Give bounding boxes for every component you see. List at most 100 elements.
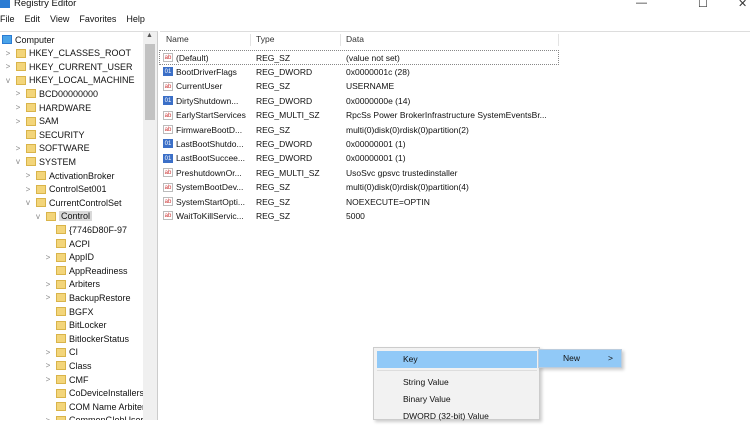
tree-scrollbar[interactable]: ▲: [143, 32, 157, 420]
chevron-down-icon[interactable]: v: [14, 157, 22, 166]
chevron-right-icon[interactable]: >: [44, 361, 52, 370]
chevron-down-icon[interactable]: v: [24, 198, 32, 207]
menu-view[interactable]: View: [50, 14, 69, 28]
column-header-name[interactable]: Name: [166, 34, 189, 48]
chevron-down-icon[interactable]: v: [34, 212, 42, 221]
tree-item-label: CoDeviceInstallers: [69, 388, 145, 399]
tree-item[interactable]: ACPI: [44, 237, 90, 250]
tree-item[interactable]: > HKEY_CURRENT_USER: [4, 60, 133, 73]
close-button[interactable]: ✕: [738, 0, 747, 10]
tree-item-label: ACPI: [69, 238, 91, 249]
tree-item[interactable]: Computer: [2, 33, 55, 46]
tree-item[interactable]: > HKEY_CLASSES_ROOT: [4, 47, 131, 60]
chevron-right-icon[interactable]: >: [4, 49, 12, 58]
chevron-right-icon[interactable]: >: [24, 185, 32, 194]
value-row[interactable]: ab PreshutdownOr... REG_MULTI_SZ UsoSvc gps…: [160, 166, 560, 179]
chevron-right-icon[interactable]: >: [14, 89, 22, 98]
value-data: 5000: [346, 210, 365, 221]
tree-item-label: BGFX: [69, 306, 94, 317]
context-menu-new[interactable]: New >: [538, 349, 622, 368]
chevron-right-icon[interactable]: >: [44, 293, 52, 302]
tree-item[interactable]: > BCD00000000: [14, 87, 98, 100]
tree-item[interactable]: > BackupRestore: [44, 291, 131, 304]
value-row[interactable]: 01 DirtyShutdown... REG_DWORD 0x0000000e (1…: [160, 94, 560, 107]
value-name: EarlyStartServices: [176, 110, 246, 121]
folder-icon: [36, 198, 46, 208]
chevron-right-icon[interactable]: >: [44, 348, 52, 357]
tree-item-label: SYSTEM: [39, 156, 77, 167]
tree-item[interactable]: > CMF: [44, 373, 89, 386]
folder-icon: [56, 415, 66, 420]
tree-item[interactable]: BitLocker: [44, 319, 107, 332]
tree-item[interactable]: COM Name Arbiter: [44, 400, 145, 413]
chevron-right-icon[interactable]: >: [24, 171, 32, 180]
value-row[interactable]: 01 LastBootSuccee... REG_DWORD 0x00000001 (…: [160, 152, 560, 165]
tree-item[interactable]: > HARDWARE: [14, 101, 92, 114]
value-type: REG_DWORD: [256, 138, 313, 149]
tree-item[interactable]: > ActivationBroker: [24, 169, 115, 182]
minimize-button[interactable]: —: [636, 0, 647, 9]
tree-item[interactable]: BGFX: [44, 305, 94, 318]
chevron-right-icon[interactable]: >: [44, 375, 52, 384]
tree-item[interactable]: AppReadiness: [44, 264, 128, 277]
tree-item[interactable]: v SYSTEM: [14, 155, 76, 168]
tree-item-label: Arbiters: [69, 279, 101, 290]
chevron-right-icon[interactable]: >: [44, 416, 52, 420]
tree-item[interactable]: > SAM: [14, 115, 59, 128]
tree-item[interactable]: > AppID: [44, 251, 94, 264]
chevron-down-icon[interactable]: v: [4, 76, 12, 85]
tree-item-label: HARDWARE: [39, 102, 92, 113]
chevron-right-icon[interactable]: >: [14, 117, 22, 126]
value-row[interactable]: ab SystemBootDev... REG_SZ multi(0)disk(0)r…: [160, 181, 560, 194]
string-value-icon: ab: [163, 125, 173, 134]
tree-item[interactable]: CoDeviceInstallers: [44, 387, 144, 400]
menu-item-key[interactable]: Key: [377, 351, 537, 368]
folder-icon: [56, 334, 66, 344]
chevron-right-icon[interactable]: >: [44, 253, 52, 262]
menu-file[interactable]: File: [0, 14, 15, 28]
chevron-right-icon[interactable]: >: [4, 62, 12, 71]
menu-item-dword-value[interactable]: DWORD (32-bit) Value: [377, 408, 537, 425]
value-data: NOEXECUTE=OPTIN: [346, 196, 430, 207]
menu-help[interactable]: Help: [126, 14, 145, 28]
scroll-up-icon[interactable]: ▲: [146, 32, 153, 39]
tree-item[interactable]: > ControlSet001: [24, 183, 107, 196]
tree-item[interactable]: v HKEY_LOCAL_MACHINE: [4, 74, 135, 87]
value-row[interactable]: ab (Default) REG_SZ (value not set): [159, 50, 559, 65]
tree-item[interactable]: >CommonGlobUserSettings: [44, 414, 157, 420]
chevron-right-icon[interactable]: >: [14, 103, 22, 112]
value-row[interactable]: ab EarlyStartServices REG_MULTI_SZ RpcSs Po…: [160, 109, 560, 122]
tree-item-label: HKEY_CLASSES_ROOT: [29, 48, 132, 59]
column-header-data[interactable]: Data: [346, 34, 364, 48]
chevron-right-icon[interactable]: >: [14, 144, 22, 153]
value-row[interactable]: ab SystemStartOpti... REG_SZ NOEXECUTE=OPT…: [160, 195, 560, 208]
menu-item-binary-value[interactable]: Binary Value: [377, 391, 537, 408]
value-row[interactable]: ab CurrentUser REG_SZ USERNAME: [160, 80, 560, 93]
tree-item[interactable]: > SOFTWARE: [14, 142, 90, 155]
scrollbar-thumb[interactable]: [145, 44, 155, 120]
tree-item[interactable]: > Class: [44, 359, 92, 372]
tree-item-label: Control: [59, 211, 93, 222]
tree-item-label: BitlockerStatus: [69, 333, 130, 344]
value-row[interactable]: ab WaitToKillServic... REG_SZ 5000: [160, 209, 560, 222]
tree-item[interactable]: > Arbiters: [44, 278, 100, 291]
tree-item[interactable]: v CurrentControlSet: [24, 196, 122, 209]
tree-item[interactable]: {7746D80F-97: [44, 223, 127, 236]
tree-item[interactable]: SECURITY: [14, 128, 85, 141]
registry-editor-icon: [0, 0, 10, 8]
maximize-button[interactable]: ☐: [698, 0, 708, 10]
chevron-right-icon[interactable]: >: [44, 280, 52, 289]
tree-item[interactable]: v Control: [34, 210, 93, 223]
column-header-type[interactable]: Type: [256, 34, 274, 48]
tree-item[interactable]: BitlockerStatus: [44, 332, 129, 345]
menu-edit[interactable]: Edit: [25, 14, 41, 28]
menu-favorites[interactable]: Favorites: [79, 14, 116, 28]
value-row[interactable]: 01 BootDriverFlags REG_DWORD 0x0000001c (28…: [160, 65, 560, 78]
value-row[interactable]: 01 LastBootShutdo... REG_DWORD 0x00000001 (…: [160, 137, 560, 150]
value-data: USERNAME: [346, 81, 395, 92]
menu-item-string-value[interactable]: String Value: [377, 374, 537, 391]
value-row[interactable]: ab FirmwareBootD... REG_SZ multi(0)disk(0)r…: [160, 123, 560, 136]
tree-item-label: AppReadiness: [69, 265, 128, 276]
tree-item[interactable]: > CI: [44, 346, 78, 359]
value-name: FirmwareBootD...: [176, 124, 243, 135]
